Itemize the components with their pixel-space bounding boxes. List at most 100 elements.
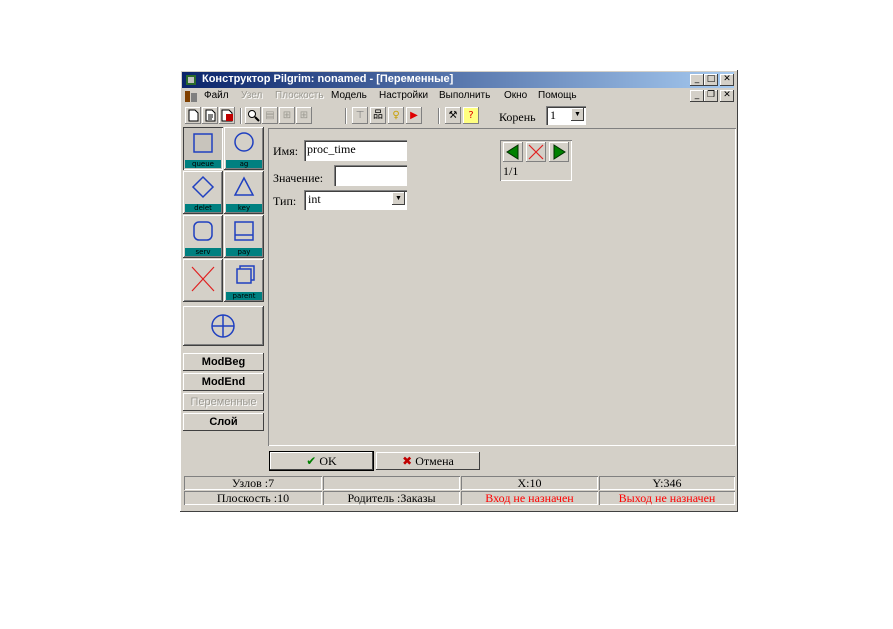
toolbar-separator [438,108,440,124]
node-palette: queue ag delet key serv pay parent ModBe… [183,127,267,435]
palette-caption: delet [185,204,221,212]
mdi-close-button[interactable]: ✕ [720,90,734,102]
help-button[interactable]: ? [463,107,479,124]
palette-parent[interactable]: parent [224,259,264,302]
mdi-child-icon[interactable] [185,91,197,102]
modend-button[interactable]: ModEnd [183,373,264,391]
record-counter: 1/1 [503,164,519,178]
mdi-minimize-button[interactable]: _ [690,90,704,102]
status-bar-bottom: Плоскость :10 Родитель :Заказы Вход не н… [184,491,735,505]
variables-panel: Имя: proc_time Значение: Тип: int ▼ 1/1 [268,128,736,446]
diamond-node-icon [191,175,215,199]
close-button[interactable]: ✕ [720,74,734,86]
record-navigator: 1/1 [500,140,572,181]
title-bar[interactable]: Конструктор Pilgrim: nonamed - [Переменн… [182,72,734,88]
palette-serv[interactable]: serv [183,215,223,258]
toolbar: ▤ ⊞ ⊞ ⊤ 品 ♀ ▶ ⚒ ? Корень 1 ▼ [182,105,734,127]
root-select[interactable]: 1 ▼ [546,106,586,125]
root-label: Корень [499,110,536,124]
palette-pay[interactable]: pay [224,215,264,258]
move-top-icon: ⊤ [355,110,365,121]
delete-button[interactable] [526,142,546,162]
tray-node-icon [234,221,254,241]
minimize-icon: _ [694,74,700,84]
status-output: Выход не назначен [599,491,735,505]
open-file-icon [205,109,216,122]
value-input[interactable] [334,165,407,186]
cancel-label: Отмена [415,454,454,468]
status-nodes: Узлов :7 [184,476,322,490]
menu-model[interactable]: Модель [331,90,367,101]
menu-help[interactable]: Помощь [538,90,577,101]
open-file-button[interactable] [202,107,218,124]
name-value: proc_time [307,142,356,156]
chevron-down-icon[interactable]: ▼ [392,192,405,205]
cross-node-icon [191,266,215,292]
distribute2-button[interactable]: ⊞ [296,107,312,124]
modbeg-button[interactable]: ModBeg [183,353,264,371]
palette-ag[interactable]: ag [224,127,264,170]
root-value: 1 [550,108,556,122]
layer-button[interactable]: Слой [183,413,264,431]
minimize-button[interactable]: _ [690,74,704,86]
app-window: Конструктор Pilgrim: nonamed - [Переменн… [180,70,738,512]
type-select[interactable]: int ▼ [304,190,407,210]
name-label: Имя: [273,144,299,158]
menu-window[interactable]: Окно [504,90,527,101]
status-x: X:10 [461,476,598,490]
new-file-button[interactable] [185,107,201,124]
save-file-button[interactable] [219,107,235,124]
zoom-button[interactable] [245,107,261,124]
next-button[interactable] [549,142,569,162]
variables-button[interactable]: Переменные [183,393,264,411]
cancel-button[interactable]: ✖ Отмена [376,452,480,470]
palette-queue[interactable]: queue [183,127,223,170]
maximize-button[interactable]: □ [704,74,718,86]
tree-button[interactable]: 品 [370,107,386,124]
palette-link[interactable] [183,306,264,346]
bulb-button[interactable]: ♀ [388,107,404,124]
distribute-icon: ⊞ [299,110,309,121]
distribute-button[interactable]: ⊞ [279,107,295,124]
close-icon: ✕ [723,74,731,84]
bulb-icon: ♀ [392,110,400,121]
tree-icon: 品 [373,110,383,121]
check-icon: ✔ [306,454,317,468]
new-file-icon [188,109,199,122]
run-button[interactable]: ▶ [406,107,422,124]
move-top-button[interactable]: ⊤ [352,107,368,124]
ok-button[interactable]: ✔ OK [269,451,374,471]
align-icon: ▤ [265,110,275,121]
triangle-node-icon [233,176,255,196]
value-label: Значение: [273,171,324,185]
type-label: Тип: [273,194,297,208]
delete-icon [528,144,544,160]
zoom-icon [247,110,260,122]
build-button[interactable]: ⚒ [445,107,461,124]
mdi-restore-button[interactable]: ❐ [704,90,718,102]
dialog-buttons: ✔ OK ✖ Отмена [268,450,736,474]
menu-file[interactable]: Файл [204,90,229,101]
build-icon: ⚒ [448,110,458,121]
square-node-icon [193,133,213,153]
palette-caption: queue [185,160,221,168]
minimize-icon: _ [694,90,700,100]
align-button[interactable]: ▤ [262,107,278,124]
menu-bar: Файл Узел Плоскость Модель Настройки Вып… [182,89,734,104]
menu-run[interactable]: Выполнить [439,90,490,101]
palette-terminator[interactable] [183,259,223,302]
toolbar-separator [345,108,347,124]
menu-plane[interactable]: Плоскость [275,90,324,101]
prev-button[interactable] [503,142,523,162]
maximize-icon: □ [706,74,716,84]
crosshair-circle-icon [211,314,235,338]
palette-delet[interactable]: delet [183,171,223,214]
type-value: int [308,192,321,206]
menu-node[interactable]: Узел [241,90,262,101]
chevron-down-icon[interactable]: ▼ [571,108,584,121]
window-title: Конструктор Pilgrim: nonamed - [Переменн… [202,73,454,85]
name-input[interactable]: proc_time [304,140,407,161]
palette-key[interactable]: key [224,171,264,214]
palette-caption: parent [226,292,262,300]
menu-settings[interactable]: Настройки [379,90,428,101]
